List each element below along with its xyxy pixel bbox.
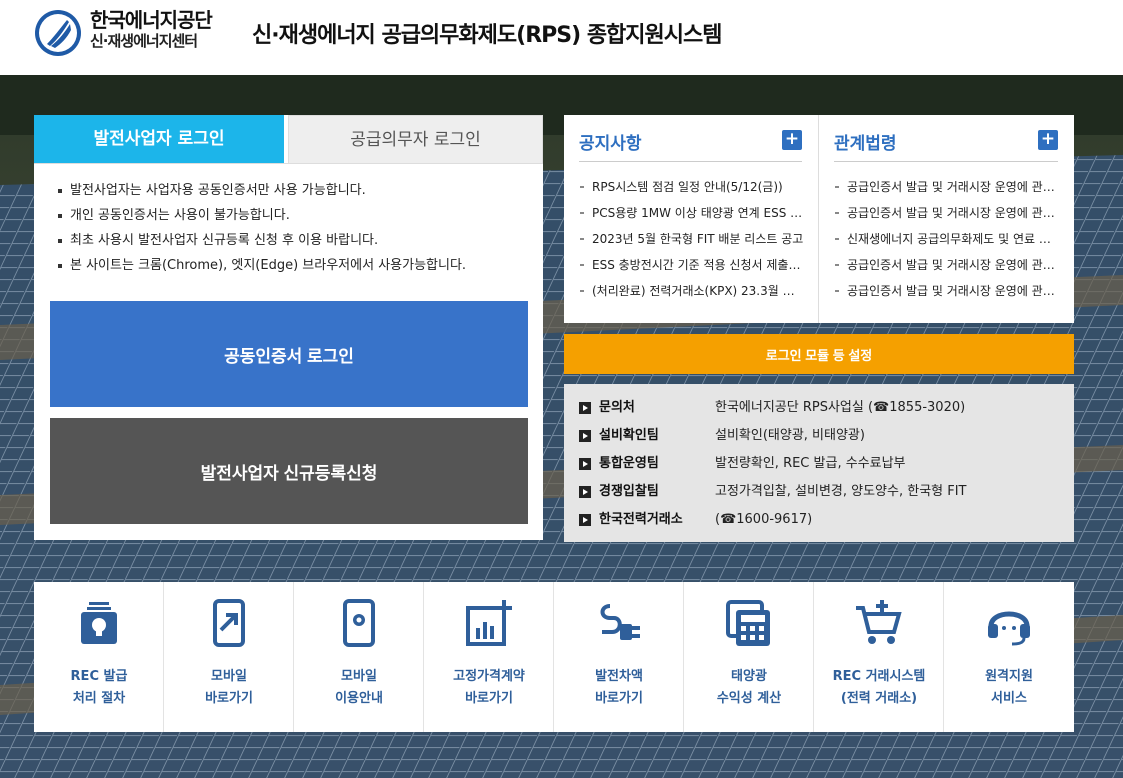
power-plug-icon xyxy=(600,604,640,640)
quick-label: 모바일 xyxy=(211,669,247,684)
energy-agency-logo-icon[interactable] xyxy=(33,8,83,58)
quick-menu: REC 발급 처리 절차 모바일 바로가기 모바일 이용안내 고정가격계약 바로… xyxy=(34,582,1074,732)
site-header: 한국에너지공단 신·재생에너지센터 신·재생에너지 공급의무화제도(RPS) 종… xyxy=(0,0,1123,75)
quick-mobile-guide[interactable]: 모바일 이용안내 xyxy=(294,582,424,732)
tab-generator-login[interactable]: 발전사업자 로그인 xyxy=(34,115,284,163)
cert-login-button[interactable]: 공동인증서 로그인 xyxy=(50,301,528,407)
org-block[interactable]: 한국에너지공단 신·재생에너지센터 xyxy=(90,8,213,51)
cart-icon xyxy=(856,600,902,644)
play-bullet-icon xyxy=(579,486,591,498)
quick-label: 수익성 계산 xyxy=(716,691,782,706)
contact-value: 설비확인(태양광, 비태양광) xyxy=(715,428,865,443)
notice-list: RPS시스템 점검 일정 안내(5/12(금)) PCS용량 1MW 이상 태양… xyxy=(579,174,804,304)
play-bullet-icon xyxy=(579,402,591,414)
headset-icon xyxy=(988,611,1030,646)
divider xyxy=(579,161,802,162)
law-item[interactable]: 신재생에너지 공급의무화제도 및 연료 혼합의무화제도 xyxy=(834,226,1059,252)
notice-title[interactable]: 공지사항 xyxy=(579,129,642,154)
law-item[interactable]: 공급인증서 발급 및 거래시장 운영에 관한 규칙 xyxy=(834,252,1059,278)
contact-value: (☎1600-9617) xyxy=(715,512,813,527)
quick-mobile-link[interactable]: 모바일 바로가기 xyxy=(164,582,294,732)
notice-item[interactable]: RPS시스템 점검 일정 안내(5/12(금)) xyxy=(579,174,804,200)
law-item[interactable]: 공급인증서 발급 및 거래시장 운영에 관한 규칙 xyxy=(834,174,1059,200)
contact-label: 통합운영팀 xyxy=(599,456,659,471)
contact-label: 문의처 xyxy=(599,400,635,415)
quick-rec-process[interactable]: REC 발급 처리 절차 xyxy=(34,582,164,732)
contact-label: 경쟁입찰팀 xyxy=(599,484,659,499)
quick-rec-trade[interactable]: REC 거래시스템 (전력 거래소) xyxy=(814,582,944,732)
mobile-guide-icon xyxy=(343,599,375,647)
quick-label: 이용안내 xyxy=(335,691,383,706)
quick-label: 바로가기 xyxy=(205,691,253,706)
login-notes: 발전사업자는 사업자용 공동인증서만 사용 가능합니다. 개인 공동인증서는 사… xyxy=(56,178,536,278)
mobile-link-icon xyxy=(213,599,245,647)
quick-label: 바로가기 xyxy=(595,691,643,706)
notice-section: 공지사항 + RPS시스템 점검 일정 안내(5/12(금)) PCS용량 1M… xyxy=(564,115,819,323)
calculator-icon xyxy=(726,600,770,646)
login-note: 본 사이트는 크롬(Chrome), 엣지(Edge) 브라우저에서 사용가능합… xyxy=(56,253,536,278)
login-module-settings-button[interactable]: 로그인 모듈 등 설정 xyxy=(564,334,1074,374)
quick-power-diff[interactable]: 발전차액 바로가기 xyxy=(554,582,684,732)
notice-item[interactable]: (처리완료) 전력거래소(KPX) 23.3월 정산 xyxy=(579,278,804,304)
quick-label: 처리 절차 xyxy=(72,691,126,706)
quick-label: 원격지원 xyxy=(985,669,1033,684)
quick-label: (전력 거래소) xyxy=(840,691,918,706)
contact-label: 설비확인팀 xyxy=(599,428,659,443)
quick-label: 모바일 xyxy=(341,669,377,684)
site-title: 신·재생에너지 공급의무화제도(RPS) 종합지원시스템 xyxy=(252,23,722,48)
quick-label: 고정가격계약 xyxy=(453,669,525,684)
contact-value: 한국에너지공단 RPS사업실 (☎1855-3020) xyxy=(715,400,966,415)
divider xyxy=(834,161,1058,162)
quick-label: 태양광 xyxy=(731,669,767,684)
play-bullet-icon xyxy=(579,514,591,526)
quick-fixed-price[interactable]: 고정가격계약 바로가기 xyxy=(424,582,554,732)
tab-supplier-login[interactable]: 공급의무자 로그인 xyxy=(288,115,543,163)
register-button[interactable]: 발전사업자 신규등록신청 xyxy=(50,418,528,524)
contact-label: 한국전력거래소 xyxy=(599,512,683,527)
notice-item[interactable]: 2023년 5월 한국형 FIT 배분 리스트 공고 xyxy=(579,226,804,252)
org-sub: 신·재생에너지센터 xyxy=(90,32,198,50)
login-note: 개인 공동인증서는 사용이 불가능합니다. xyxy=(56,203,536,228)
login-note: 최초 사용시 발전사업자 신규등록 신청 후 이용 바랍니다. xyxy=(56,228,536,253)
login-note: 발전사업자는 사업자용 공동인증서만 사용 가능합니다. xyxy=(56,178,536,203)
quick-label: 바로가기 xyxy=(465,691,513,706)
notice-item[interactable]: ESS 충방전시간 기준 적용 신청서 제출 안내 xyxy=(579,252,804,278)
notice-item[interactable]: PCS용량 1MW 이상 태양광 연계 ESS 안내 xyxy=(579,200,804,226)
law-item[interactable]: 공급인증서 발급 및 거래시장 운영에 관한 규칙 xyxy=(834,200,1059,226)
play-bullet-icon xyxy=(579,430,591,442)
quick-solar-calc[interactable]: 태양광 수익성 계산 xyxy=(684,582,814,732)
contact-box: 문의처 한국에너지공단 RPS사업실 (☎1855-3020) 설비확인팀 설비… xyxy=(564,384,1074,542)
rec-process-icon xyxy=(81,602,117,644)
law-section: 관계법령 + 공급인증서 발급 및 거래시장 운영에 관한 규칙 공급인증서 발… xyxy=(819,115,1074,323)
login-panel: 발전사업자 로그인 공급의무자 로그인 발전사업자는 사업자용 공동인증서만 사… xyxy=(34,115,543,540)
tab-divider xyxy=(34,163,543,164)
law-item[interactable]: 공급인증서 발급 및 거래시장 운영에 관한 규칙 xyxy=(834,278,1059,304)
notice-law-box: 공지사항 + RPS시스템 점검 일정 안내(5/12(금)) PCS용량 1M… xyxy=(564,115,1074,323)
quick-label: REC 거래시스템 xyxy=(832,669,926,684)
contact-value: 고정가격입찰, 설비변경, 양도양수, 한국형 FIT xyxy=(715,484,967,499)
quick-remote-support[interactable]: 원격지원 서비스 xyxy=(944,582,1074,732)
law-title[interactable]: 관계법령 xyxy=(834,129,897,154)
law-list: 공급인증서 발급 및 거래시장 운영에 관한 규칙 공급인증서 발급 및 거래시… xyxy=(834,174,1059,304)
quick-label: 발전차액 xyxy=(595,669,643,684)
quick-label: 서비스 xyxy=(991,691,1027,706)
quick-label: REC 발급 xyxy=(70,669,128,684)
fixed-price-chart-icon xyxy=(466,600,512,646)
contact-value: 발전량확인, REC 발급, 수수료납부 xyxy=(715,456,906,471)
play-bullet-icon xyxy=(579,458,591,470)
law-more-plus-icon[interactable]: + xyxy=(1038,130,1058,150)
org-name: 한국에너지공단 xyxy=(90,8,213,32)
notice-more-plus-icon[interactable]: + xyxy=(782,130,802,150)
